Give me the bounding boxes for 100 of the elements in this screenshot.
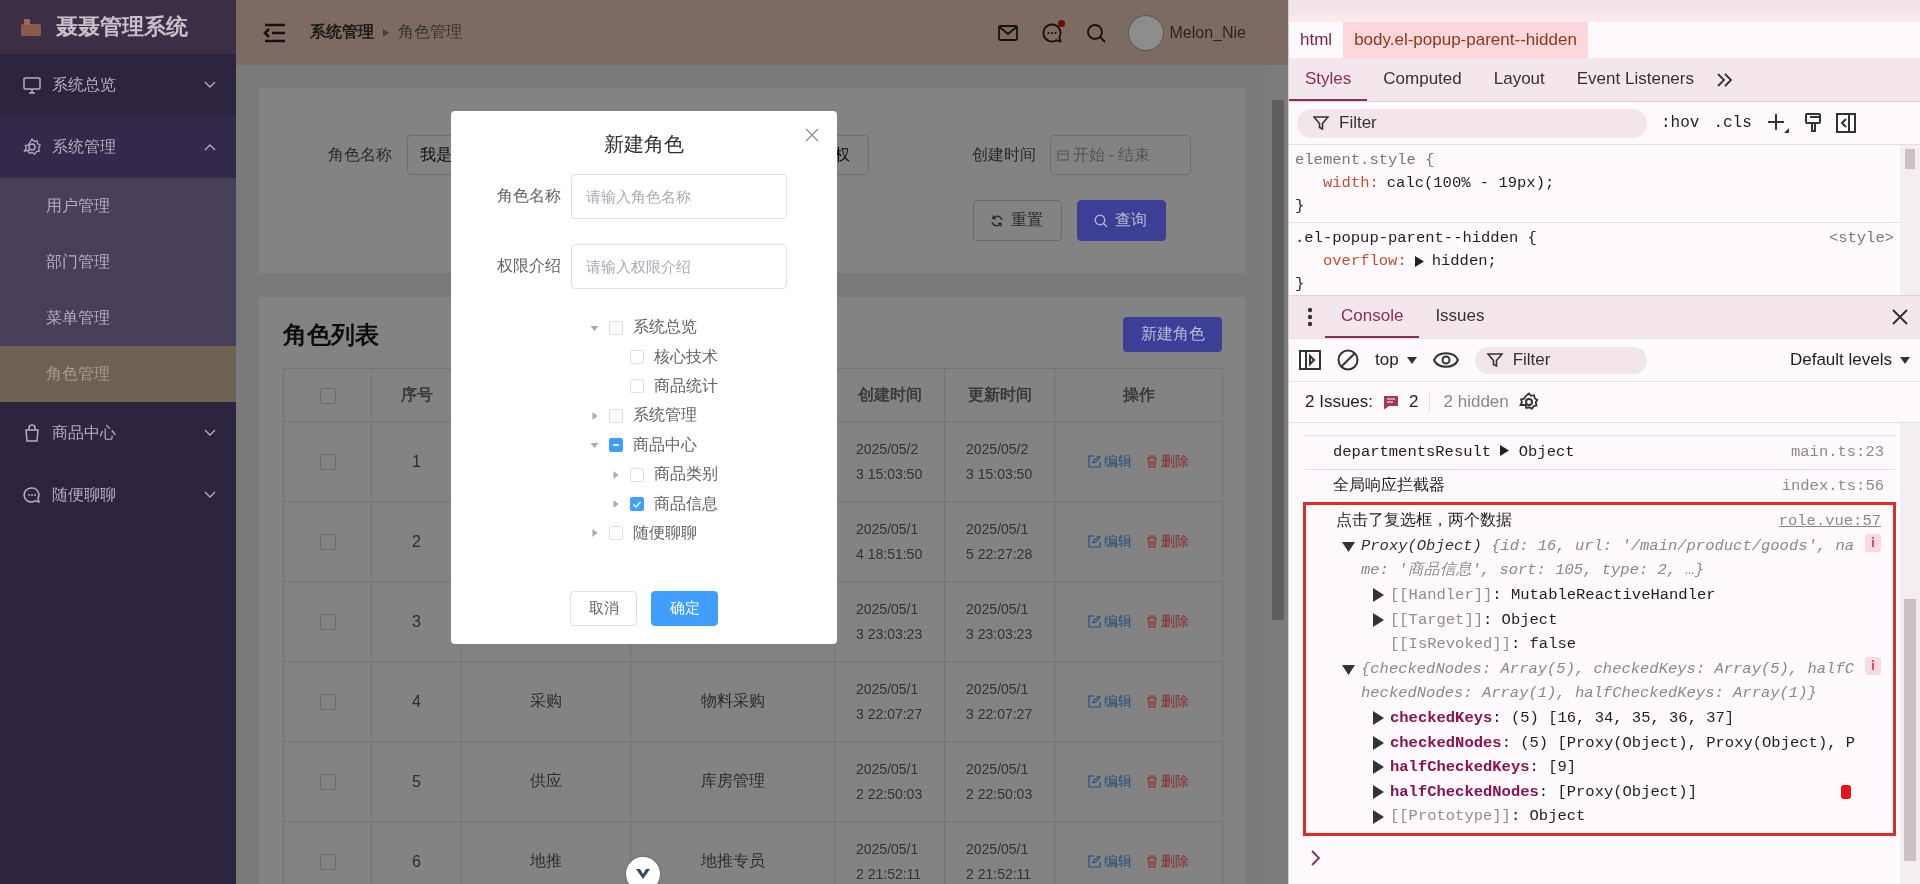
expand-triangle-icon[interactable] (1342, 541, 1355, 552)
checkbox[interactable] (319, 534, 336, 551)
menu-item[interactable]: 系统总览 (0, 54, 236, 116)
object-property[interactable]: halfCheckedKeys: [9] (1390, 755, 1577, 780)
context-dropdown[interactable]: top (1375, 350, 1417, 370)
tree-item[interactable]: 系统总览 (633, 317, 697, 339)
object-property[interactable]: [[Target]]: Object (1390, 607, 1558, 633)
add-icon[interactable] (1765, 112, 1790, 134)
tab[interactable]: Console (1325, 296, 1420, 338)
input-field[interactable]: 请输入权限介绍 (571, 244, 787, 289)
expand-triangle-icon[interactable] (1500, 445, 1510, 456)
expand-triangle-icon[interactable] (1372, 612, 1384, 627)
tree-item[interactable]: 商品统计 (654, 375, 718, 397)
checkbox[interactable] (319, 854, 336, 871)
issues-label: 2 Issues: (1305, 392, 1374, 412)
menu-item[interactable]: 随便聊聊 (0, 464, 236, 526)
tab[interactable]: Issues (1419, 296, 1501, 338)
checkbox[interactable] (319, 387, 336, 404)
reset-button[interactable]: 重置 (973, 200, 1062, 241)
object-summary[interactable]: Proxy(Object) {id: 16, url: '/main/product/goods', name: '商品信息', sort: 105, type: 2, …} (1361, 533, 1859, 583)
tree-item[interactable]: 核心技术 (654, 346, 718, 368)
expand-triangle-icon[interactable] (1372, 785, 1384, 799)
checkbox[interactable] (319, 614, 336, 631)
tree-item[interactable]: 商品中心 (633, 434, 697, 456)
submenu-item[interactable]: 菜单管理 (0, 290, 236, 346)
breadcrumb-item[interactable]: 系统管理 (310, 22, 374, 43)
object-property[interactable]: [[Handler]]: MutableReactiveHandler (1390, 582, 1716, 608)
tree-item[interactable]: 商品类别 (654, 464, 718, 486)
source-link[interactable]: main.ts:23 (1791, 440, 1884, 465)
breadcrumb-item[interactable]: html (1289, 22, 1344, 58)
chat-bubble-icon[interactable] (1041, 22, 1062, 43)
edit-icon (1088, 855, 1101, 868)
source-link[interactable]: <style> (1828, 227, 1894, 250)
paint-brush-icon[interactable] (1803, 113, 1822, 133)
close-icon[interactable] (1892, 309, 1908, 325)
expand-triangle-icon[interactable] (1372, 809, 1384, 824)
checkbox[interactable] (319, 454, 336, 471)
expand-triangle-icon[interactable] (1372, 760, 1384, 775)
more-options-icon[interactable] (1307, 307, 1313, 327)
log-object[interactable]: Object (1518, 443, 1575, 461)
source-link[interactable]: index.ts:56 (1781, 473, 1884, 499)
levels-dropdown[interactable]: Default levels (1789, 350, 1910, 370)
filter-field[interactable]: Filter (1297, 108, 1647, 138)
more-tabs-icon[interactable] (1715, 71, 1734, 88)
mail-icon[interactable] (997, 24, 1018, 41)
expand-triangle-icon[interactable] (1372, 735, 1384, 750)
filter-field[interactable]: Filter (1474, 346, 1647, 374)
tree-item[interactable]: 随便聊聊 (633, 522, 697, 544)
object-property[interactable]: checkedKeys: (5) [16, 34, 35, 36, 37] (1390, 705, 1735, 731)
message-icon[interactable] (1383, 394, 1400, 410)
edit-icon (1088, 775, 1101, 788)
submenu-item[interactable]: 用户管理 (0, 178, 236, 234)
log-message: 全局响应拦截器 (1333, 476, 1445, 495)
issue-count[interactable]: 2 (1409, 392, 1419, 412)
tab[interactable]: Layout (1477, 58, 1561, 101)
clear-icon[interactable] (1337, 349, 1359, 371)
create-button[interactable]: 新建角色 (1123, 317, 1222, 352)
expand-triangle-icon[interactable] (1372, 711, 1384, 726)
source-link[interactable]: role.vue:57 (1778, 509, 1881, 534)
eye-icon[interactable] (1432, 352, 1459, 368)
menu-item[interactable]: 系统管理 (0, 116, 236, 178)
expand-triangle-icon[interactable] (1414, 256, 1424, 267)
tab[interactable]: Event Listeners (1560, 58, 1710, 101)
prompt-icon[interactable] (1311, 849, 1321, 866)
object-property[interactable]: [[IsRevoked]]: false (1390, 632, 1577, 657)
expand-triangle-icon[interactable] (1342, 664, 1355, 675)
toggle-button[interactable]: :hov (1661, 114, 1700, 132)
tree-item[interactable]: 商品信息 (654, 493, 718, 515)
sidebar-toggle-icon[interactable] (1299, 350, 1321, 370)
tab[interactable]: Computed (1367, 58, 1478, 101)
trash-icon (1146, 695, 1158, 708)
submenu-item[interactable]: 部门管理 (0, 234, 236, 290)
edit-icon (1088, 695, 1101, 708)
toggle-button[interactable]: .cls (1713, 114, 1752, 132)
scrollbar[interactable] (1900, 423, 1920, 884)
search-icon[interactable] (1085, 22, 1106, 43)
caret-icon[interactable] (588, 440, 601, 451)
object-property[interactable]: halfCheckedNodes: [Proxy(Object)] (1390, 779, 1697, 805)
menu-item[interactable]: 商品中心 (0, 402, 236, 464)
object-property[interactable]: [[Prototype]]: Object (1390, 804, 1586, 829)
scrollbar-thumb[interactable] (1272, 100, 1284, 620)
caret-down-icon (1900, 356, 1910, 364)
cancel-button[interactable]: 取消 (570, 591, 637, 626)
input-field[interactable]: 请输入角色名称 (571, 174, 787, 219)
avatar[interactable] (1127, 14, 1164, 51)
checkbox[interactable] (630, 497, 644, 512)
object-summary[interactable]: {checkedNodes: Array(5), checkedKeys: Array(5), halfCheckedNodes: Array(1), halfCheckedKeys: Array(1)} (1361, 656, 1859, 706)
object-property[interactable]: checkedNodes: (5) [Proxy(Object), Proxy(Object), P (1390, 730, 1856, 756)
menu-icon[interactable] (263, 22, 287, 43)
expand-triangle-icon[interactable] (1372, 588, 1384, 603)
breadcrumb-item[interactable]: body.el-popup-parent--hidden (1343, 22, 1588, 58)
checkbox[interactable] (319, 694, 336, 711)
tree-item[interactable]: 系统管理 (633, 405, 697, 427)
checkbox[interactable] (319, 774, 336, 791)
settings-icon[interactable] (1518, 392, 1539, 412)
sidebar-toggle-icon[interactable] (1835, 113, 1856, 133)
checkbox[interactable] (609, 438, 623, 453)
scrollbar[interactable] (1900, 145, 1920, 295)
tab[interactable]: Styles (1289, 58, 1368, 101)
search-button[interactable]: 查询 (1077, 200, 1166, 241)
